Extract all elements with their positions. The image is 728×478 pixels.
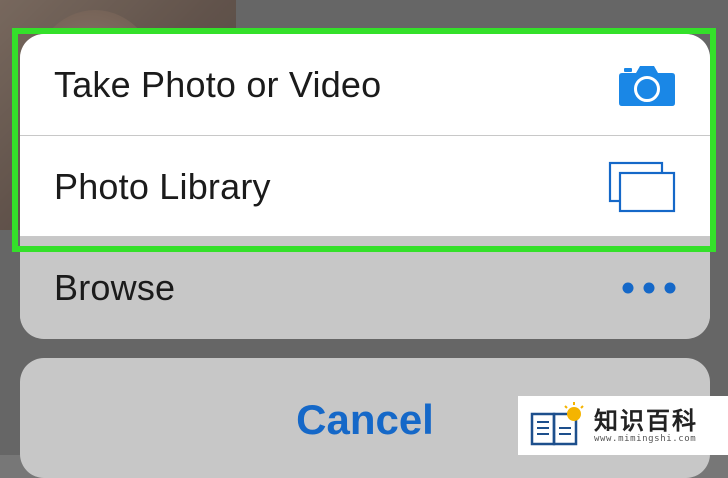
- watermark: 知识百科 www.mimingshi.com: [518, 396, 728, 455]
- browse-label: Browse: [54, 266, 176, 308]
- browse-option[interactable]: Browse: [20, 237, 710, 338]
- watermark-logo-icon: [530, 401, 584, 445]
- more-icon: [622, 281, 676, 295]
- watermark-title: 知识百科: [594, 406, 698, 435]
- green-highlight-box: [12, 28, 716, 252]
- watermark-url: www.mimingshi.com: [594, 433, 697, 444]
